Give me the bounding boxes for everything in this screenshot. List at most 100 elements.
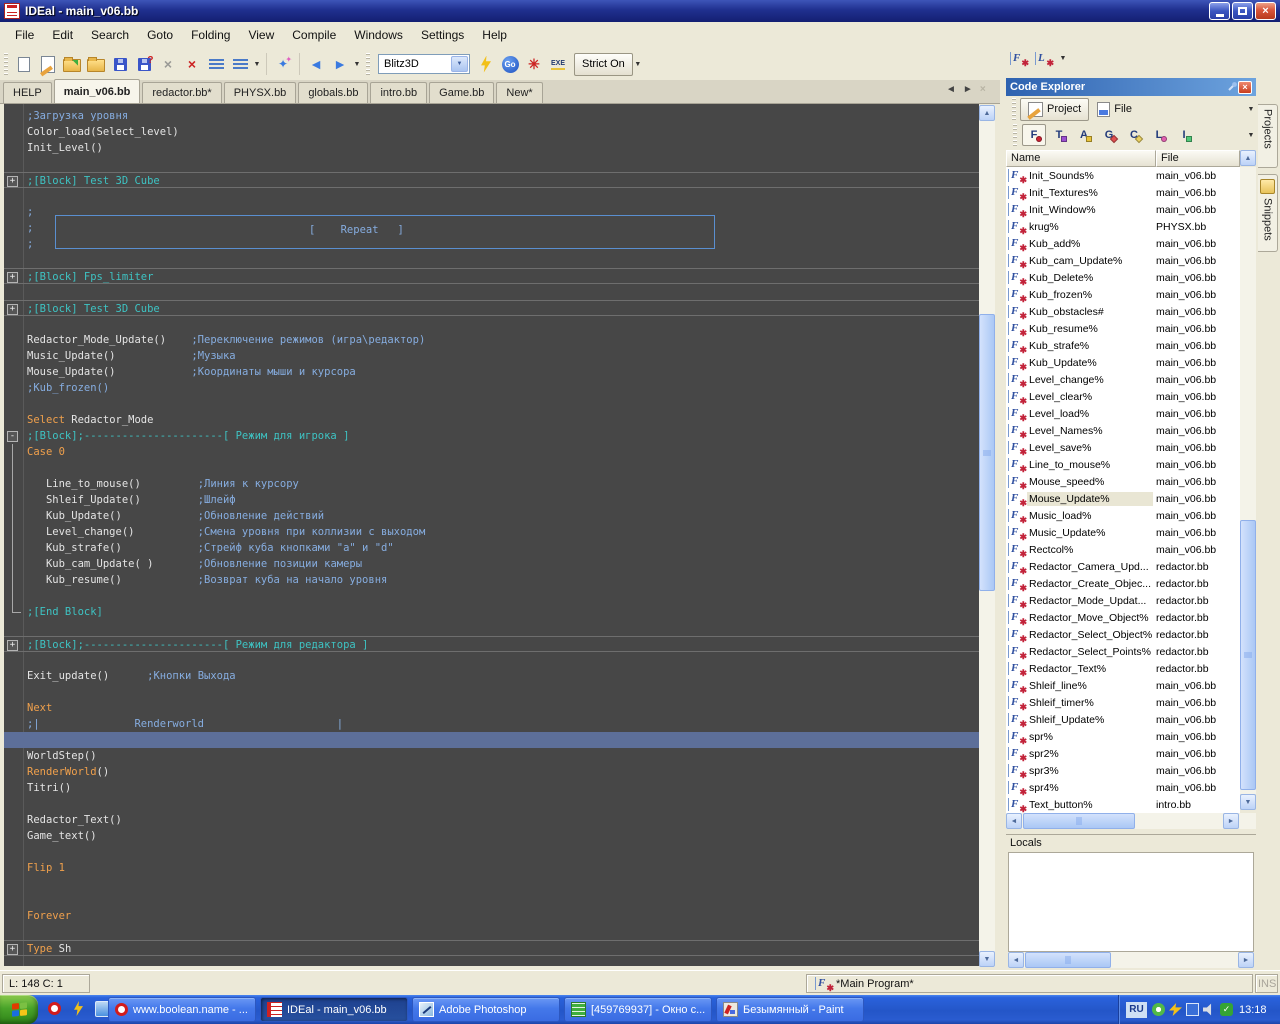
explorer-item[interactable]: F ✱ Init_Textures% main_v06.bb	[1006, 184, 1240, 202]
debug-button[interactable]: ✳	[522, 53, 546, 76]
includes-filter-icon[interactable]: I	[1172, 124, 1196, 146]
fold-expand-icon[interactable]: +	[7, 304, 18, 315]
explorer-vscroll-thumb[interactable]	[1240, 520, 1256, 790]
explorer-hscroll-thumb[interactable]	[1023, 813, 1135, 829]
locals-hscrollbar[interactable]: ◄ ►	[1008, 952, 1254, 968]
language-indicator[interactable]: RU	[1126, 1001, 1147, 1018]
tab-scroll-right-icon[interactable]: ►	[963, 84, 973, 95]
quick-launch-opera-icon[interactable]	[46, 1000, 63, 1017]
menu-item-file[interactable]: File	[6, 25, 43, 45]
locals-hscroll-thumb[interactable]	[1025, 952, 1111, 968]
functions-filter-icon[interactable]: F	[1022, 124, 1046, 146]
explorer-item[interactable]: F ✱ Mouse_speed% main_v06.bb	[1006, 473, 1240, 491]
editor-scroll-down-icon[interactable]: ▼	[979, 951, 995, 967]
explorer-item[interactable]: F ✱ Level_Names% main_v06.bb	[1006, 422, 1240, 440]
globals-filter-icon[interactable]: G	[1097, 124, 1121, 146]
explorer-item[interactable]: F ✱ Level_clear% main_v06.bb	[1006, 388, 1240, 406]
start-button[interactable]	[0, 995, 38, 1024]
mini-toolbar-caret[interactable]: ▼	[1058, 55, 1068, 62]
explorer-item[interactable]: F ✱ Init_Window% main_v06.bb	[1006, 201, 1240, 219]
menu-item-help[interactable]: Help	[473, 25, 516, 45]
quick-launch-winamp-icon[interactable]	[70, 1000, 87, 1017]
pin-icon[interactable]	[1226, 81, 1238, 93]
save-all-button[interactable]: ?	[132, 53, 156, 76]
explorer-tabs-caret[interactable]: ▼	[1246, 106, 1256, 113]
taskbar-clock[interactable]: 13:18	[1239, 1004, 1267, 1016]
collapse-folds-button[interactable]	[204, 53, 228, 76]
dock-tab-projects[interactable]: Projects	[1258, 104, 1278, 168]
consts-filter-icon[interactable]: C	[1122, 124, 1146, 146]
explorer-scroll-up-icon[interactable]: ▲	[1240, 150, 1256, 166]
menu-item-windows[interactable]: Windows	[345, 25, 412, 45]
menu-item-goto[interactable]: Goto	[138, 25, 182, 45]
menu-item-compile[interactable]: Compile	[283, 25, 345, 45]
explorer-scroll-right-icon[interactable]: ►	[1223, 813, 1239, 829]
strict-mode-button[interactable]: Strict On	[574, 52, 633, 76]
locals-scroll-left-icon[interactable]: ◄	[1008, 952, 1024, 968]
fold-expand-icon[interactable]: +	[7, 176, 18, 187]
menu-item-edit[interactable]: Edit	[43, 25, 82, 45]
run-button[interactable]: Go	[498, 53, 522, 76]
explorer-item[interactable]: F ✱ Kub_strafe% main_v06.bb	[1006, 337, 1240, 355]
tab-close-icon[interactable]: ×	[980, 84, 986, 95]
close-all-button[interactable]: ×	[180, 53, 204, 76]
navigate-back-button[interactable]: ◄	[304, 53, 328, 76]
explorer-item[interactable]: F ✱ Rectcol% main_v06.bb	[1006, 541, 1240, 559]
explorer-item[interactable]: F ✱ Redactor_Select_Points% redactor.bb	[1006, 643, 1240, 661]
maximize-button[interactable]	[1232, 2, 1253, 20]
dock-tab-snippets[interactable]: Snippets	[1258, 174, 1278, 252]
folding-dropdown-caret[interactable]: ▼	[252, 61, 262, 68]
doc-tab-physx-bb[interactable]: PHYSX.bb	[223, 82, 297, 103]
explorer-filter-grip[interactable]	[1013, 124, 1017, 146]
explorer-tabs-grip[interactable]	[1012, 98, 1016, 120]
labels-filter-icon[interactable]: L	[1147, 124, 1171, 146]
explorer-item[interactable]: F ✱ spr3% main_v06.bb	[1006, 762, 1240, 780]
explorer-item[interactable]: F ✱ Init_Sounds% main_v06.bb	[1006, 167, 1240, 185]
taskbar-task-3[interactable]: Adobe Photoshop	[412, 997, 560, 1022]
explorer-item[interactable]: F ✱ Kub_cam_Update% main_v06.bb	[1006, 252, 1240, 270]
explorer-item[interactable]: F ✱ spr2% main_v06.bb	[1006, 745, 1240, 763]
explorer-item[interactable]: F ✱ Redactor_Move_Object% redactor.bb	[1006, 609, 1240, 627]
explorer-item[interactable]: F ✱ krug% PHYSX.bb	[1006, 218, 1240, 236]
doc-tab-new[interactable]: New*	[496, 82, 543, 103]
arrays-filter-icon[interactable]: A	[1072, 124, 1096, 146]
quick-compile-button[interactable]	[474, 53, 498, 76]
editor-surface[interactable]: [ Repeat ] ;Загрузка уровня Color_load(Se…	[4, 104, 979, 966]
antivirus-icon[interactable]	[1220, 1003, 1233, 1016]
fold-expand-icon[interactable]: +	[7, 944, 18, 955]
taskbar-task-1[interactable]: www.boolean.name - ...	[108, 997, 256, 1022]
fold-expand-icon[interactable]: +	[7, 640, 18, 651]
fold-expand-icon[interactable]: +	[7, 272, 18, 283]
edit-template-button[interactable]	[36, 53, 60, 76]
taskbar-task-5[interactable]: Безымянный - Paint	[716, 997, 864, 1022]
minimize-button[interactable]	[1209, 2, 1230, 20]
explorer-scroll-left-icon[interactable]: ◄	[1006, 813, 1022, 829]
strict-dropdown-caret[interactable]: ▼	[633, 61, 643, 68]
save-button[interactable]	[108, 53, 132, 76]
explorer-item[interactable]: F ✱ Shleif_line% main_v06.bb	[1006, 677, 1240, 695]
explorer-item[interactable]: F ✱ Redactor_Text% redactor.bb	[1006, 660, 1240, 678]
doc-tab-redactor-bb[interactable]: redactor.bb*	[142, 82, 222, 103]
doc-tab-main-v06-bb[interactable]: main_v06.bb	[53, 79, 141, 103]
new-file-button[interactable]	[12, 53, 36, 76]
menu-item-search[interactable]: Search	[82, 25, 138, 45]
explorer-filter-caret[interactable]: ▼	[1246, 132, 1256, 139]
menu-item-folding[interactable]: Folding	[182, 25, 239, 45]
column-header-file[interactable]: File	[1156, 150, 1240, 167]
editor-vscroll-thumb[interactable]	[979, 314, 995, 591]
explorer-vscrollbar[interactable]: ▼	[1240, 167, 1256, 810]
explorer-item[interactable]: F ✱ Kub_add% main_v06.bb	[1006, 235, 1240, 253]
volume-icon[interactable]	[1203, 1003, 1212, 1016]
explorer-item[interactable]: F ✱ Redactor_Create_Objec... redactor.bb	[1006, 575, 1240, 593]
explorer-item[interactable]: F ✱ Level_load% main_v06.bb	[1006, 405, 1240, 423]
quick-functions-icon[interactable]: F ✱	[1010, 52, 1029, 68]
menu-item-view[interactable]: View	[239, 25, 283, 45]
explorer-item[interactable]: F ✱ spr4% main_v06.bb	[1006, 779, 1240, 797]
explorer-item[interactable]: F ✱ Kub_Delete% main_v06.bb	[1006, 269, 1240, 287]
icq-flower-icon[interactable]	[1152, 1003, 1165, 1016]
explorer-scroll-down-icon[interactable]: ▼	[1240, 794, 1256, 810]
explorer-item[interactable]: F ✱ Shleif_Update% main_v06.bb	[1006, 711, 1240, 729]
explorer-item[interactable]: F ✱ Kub_obstacles# main_v06.bb	[1006, 303, 1240, 321]
open-file-button[interactable]	[60, 53, 84, 76]
explorer-item[interactable]: F ✱ Music_load% main_v06.bb	[1006, 507, 1240, 525]
